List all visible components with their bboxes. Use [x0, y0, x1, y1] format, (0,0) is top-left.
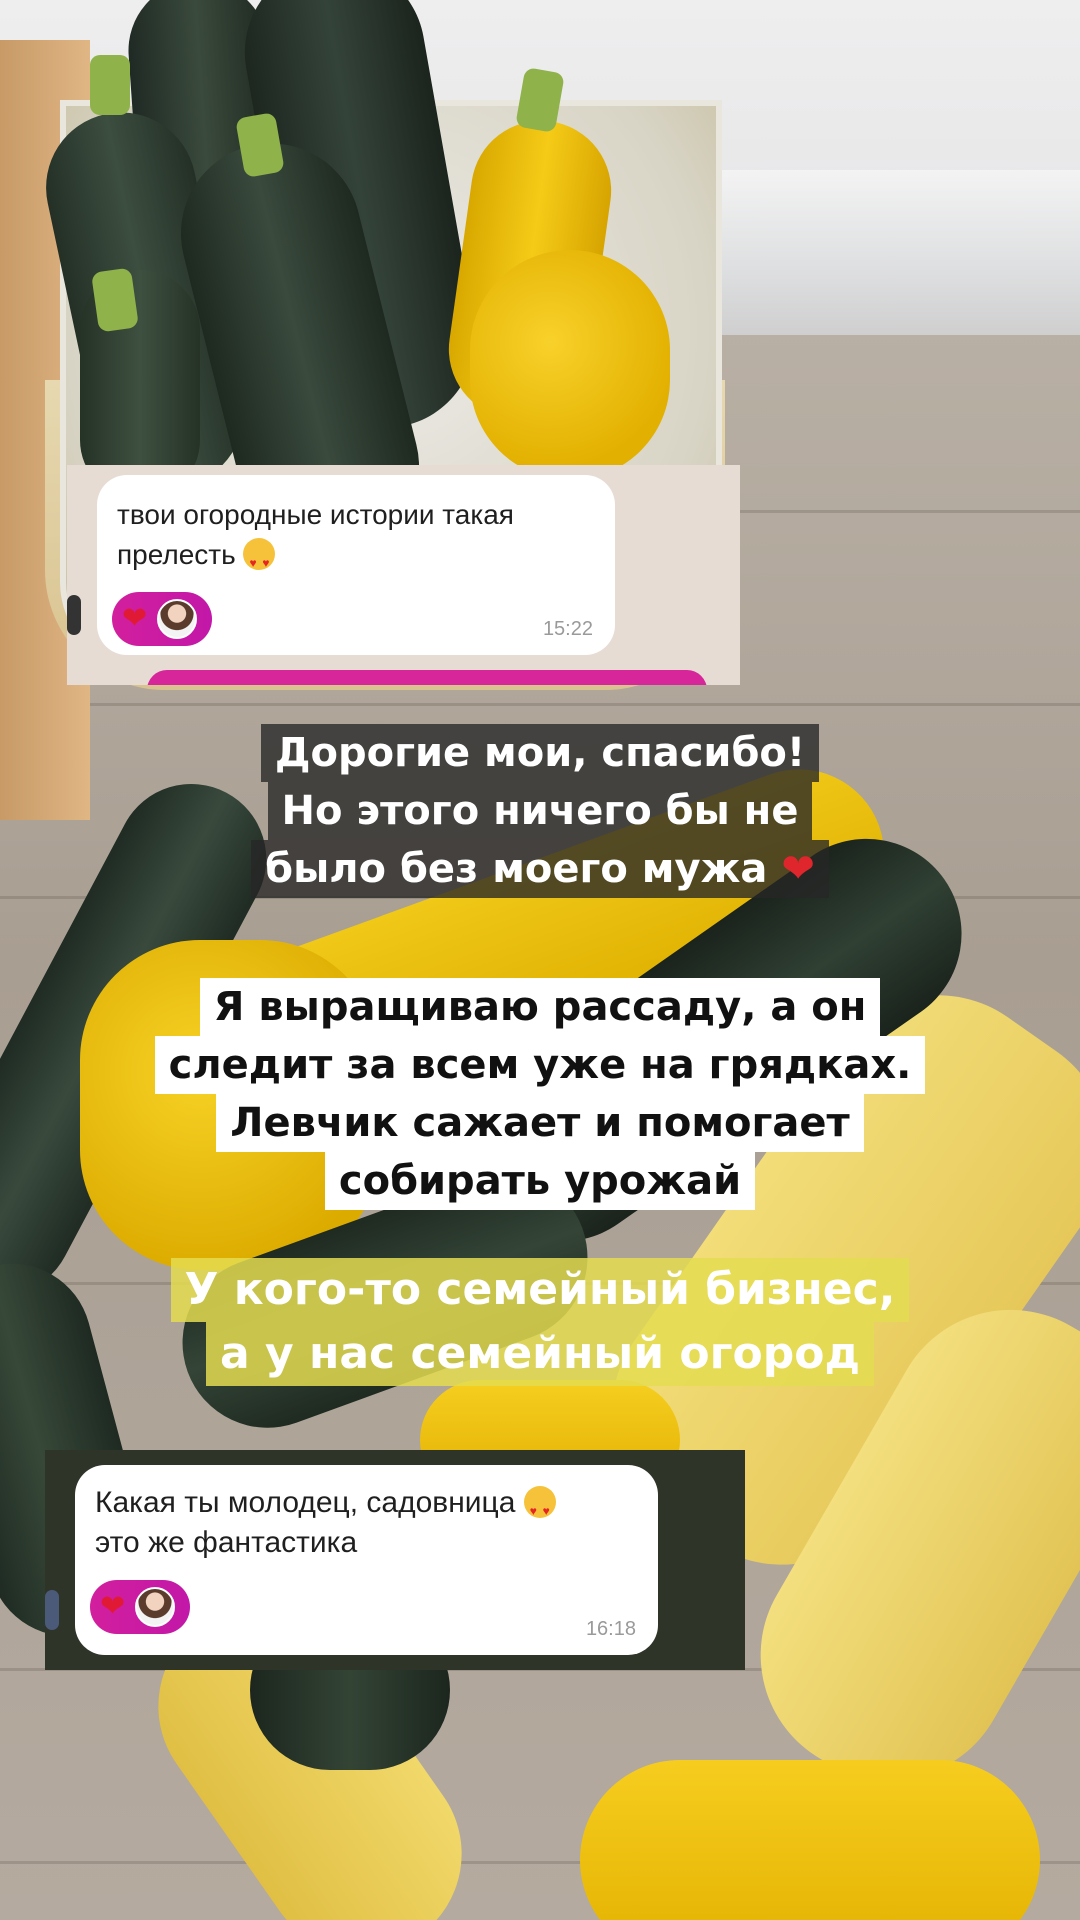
caption-line: Я выращиваю рассаду, а он — [199, 978, 881, 1036]
message-bubble[interactable]: твои огородные истории такая прелесть ❤ … — [97, 475, 615, 655]
caption-line: Но этого ничего бы не — [267, 782, 813, 840]
caption-line: Дорогие мои, спасибо! — [260, 724, 820, 782]
caption-line-text: было без моего мужа — [265, 846, 768, 892]
heart-eyes-emoji-icon — [523, 1486, 556, 1531]
sender-avatar-edge — [67, 595, 81, 635]
chat-screenshot-one: твои огородные истории такая прелесть ❤ … — [67, 465, 740, 685]
story-caption-seedlings: Я выращиваю рассаду, а он следит за всем… — [0, 978, 1080, 1210]
yellow-zucchini — [470, 250, 670, 480]
caption-line: собирать урожай — [324, 1152, 756, 1210]
message-text: твои огородные истории такая прелесть — [117, 495, 585, 583]
heart-eyes-cat-emoji-icon — [243, 538, 276, 583]
story-caption-family-garden: У кого-то семейный бизнес, а у нас семей… — [0, 1258, 1080, 1386]
reaction-pill[interactable]: ❤ — [90, 1580, 190, 1634]
avatar — [135, 1587, 176, 1627]
avatar — [157, 599, 198, 639]
heart-icon: ❤ — [100, 1589, 126, 1624]
message-timestamp: 15:22 — [542, 618, 593, 640]
message-text: Какая ты молодец, садовница это же фанта… — [95, 1483, 628, 1563]
heart-icon: ❤ — [122, 601, 148, 636]
message-bubble[interactable]: Какая ты молодец, садовница это же фанта… — [75, 1465, 658, 1655]
next-message-bubble-edge — [147, 670, 707, 685]
heart-icon: ❤ — [781, 846, 815, 892]
message-line: Какая ты молодец, садовница — [95, 1486, 516, 1519]
caption-line: Левчик сажает и помогает — [216, 1094, 864, 1152]
caption-line: следит за всем уже на грядках. — [154, 1036, 926, 1094]
reaction-pill[interactable]: ❤ — [112, 592, 212, 646]
caption-line: было без моего мужа ❤ — [251, 840, 829, 898]
caption-line: а у нас семейный огород — [205, 1322, 875, 1386]
chat-screenshot-two: Какая ты молодец, садовница это же фанта… — [45, 1450, 745, 1670]
message-timestamp: 16:18 — [585, 1618, 636, 1640]
sender-avatar-edge — [45, 1590, 59, 1630]
zucchini-stem — [91, 267, 139, 333]
caption-line: У кого-то семейный бизнес, — [170, 1258, 910, 1322]
story-caption-thanks: Дорогие мои, спасибо! Но этого ничего бы… — [0, 724, 1080, 898]
yellow-zucchini — [580, 1760, 1040, 1920]
zucchini-stem — [90, 55, 130, 115]
message-body: твои огородные истории такая прелесть — [117, 499, 514, 570]
